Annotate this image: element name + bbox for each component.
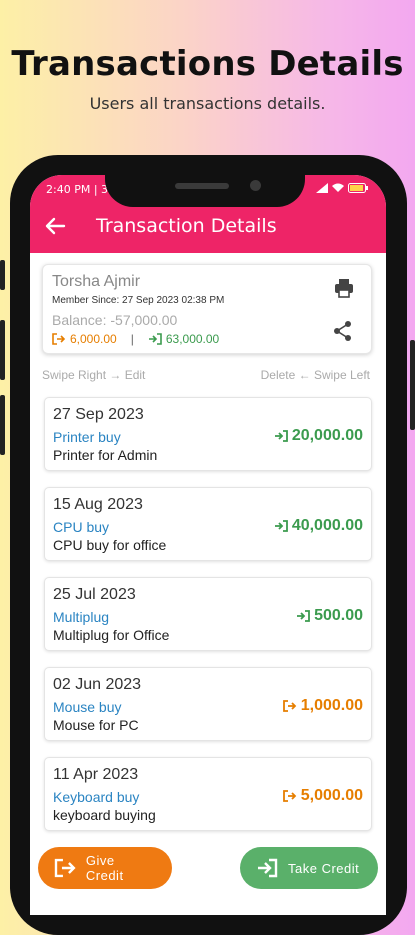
amount-value: 20,000.00: [291, 427, 363, 444]
phone-side-button: [0, 395, 5, 455]
promo-title: Transactions Details: [11, 44, 404, 84]
give-credit-icon: [52, 333, 66, 345]
transaction-date: 11 Apr 2023: [53, 766, 139, 783]
transaction-card[interactable]: 11 Apr 2023 Keyboard buy keyboard buying…: [44, 757, 372, 831]
transaction-card[interactable]: 27 Sep 2023 Printer buy Printer for Admi…: [44, 397, 372, 471]
transaction-amount: 1,000.00: [282, 697, 363, 715]
transaction-title: Keyboard buy: [53, 789, 140, 805]
take-credit-icon: [297, 610, 310, 622]
front-camera: [250, 180, 261, 191]
amount-value: 500.00: [314, 607, 363, 624]
page-title: Transaction Details: [96, 215, 277, 237]
give-credit-icon: [282, 700, 296, 712]
back-arrow-icon[interactable]: [44, 215, 66, 237]
transaction-title: Multiplug: [53, 609, 110, 625]
transaction-title: Mouse buy: [53, 699, 122, 715]
user-totals: 6,000.00 | 63,000.00: [52, 332, 219, 346]
transaction-description: CPU buy for office: [53, 537, 167, 553]
transaction-amount: 40,000.00: [274, 517, 363, 535]
give-credit-icon: [54, 858, 76, 878]
app-screen: 2:40 PM | 36 Transaction Details Torsha …: [30, 175, 386, 915]
transaction-title: Printer buy: [53, 429, 121, 445]
transaction-amount: 5,000.00: [282, 787, 363, 805]
amount-value: 1,000.00: [300, 697, 363, 714]
share-icon[interactable]: [333, 320, 353, 342]
transaction-description: Multiplug for Office: [53, 627, 170, 643]
transaction-card[interactable]: 02 Jun 2023 Mouse buy Mouse for PC 1,000…: [44, 667, 372, 741]
give-credit-button[interactable]: Give Credit: [38, 847, 172, 889]
transaction-title: CPU buy: [53, 519, 110, 535]
promo-subtitle: Users all transactions details.: [89, 94, 326, 113]
take-credit-label: Take Credit: [288, 860, 360, 876]
phone-side-button: [0, 320, 5, 380]
amount-value: 5,000.00: [300, 787, 363, 804]
wifi-icon: [332, 183, 344, 192]
take-credit-icon: [274, 520, 288, 532]
signal-icon: [316, 183, 328, 193]
transaction-amount: 500.00: [296, 607, 363, 625]
transaction-description: Mouse for PC: [53, 717, 139, 733]
transaction-description: keyboard buying: [53, 807, 156, 823]
transaction-date: 25 Jul 2023: [53, 586, 136, 603]
status-icons: [316, 183, 368, 193]
swipe-right-hint: Swipe Right → Edit: [42, 368, 146, 382]
speaker-grille: [175, 183, 229, 189]
user-balance: Balance: -57,000.00: [52, 312, 178, 328]
take-credit-icon: [258, 858, 278, 878]
give-total: 6,000.00: [70, 332, 117, 346]
transaction-date: 15 Aug 2023: [53, 496, 143, 513]
give-credit-icon: [282, 790, 296, 802]
print-icon[interactable]: [333, 277, 355, 299]
phone-side-button: [0, 260, 5, 290]
take-credit-icon: [274, 430, 288, 442]
phone-side-button: [410, 340, 415, 430]
user-summary-card: Torsha Ajmir Member Since: 27 Sep 2023 0…: [42, 264, 372, 354]
give-credit-label: Give Credit: [85, 853, 124, 883]
battery-icon: [348, 183, 368, 193]
divider: |: [130, 332, 134, 346]
transaction-amount: 20,000.00: [274, 427, 363, 445]
transaction-card[interactable]: 15 Aug 2023 CPU buy CPU buy for office 4…: [44, 487, 372, 561]
phone-notch: [105, 165, 305, 207]
transaction-description: Printer for Admin: [53, 447, 158, 463]
member-since: Member Since: 27 Sep 2023 02:38 PM: [52, 295, 225, 306]
user-name: Torsha Ajmir: [52, 273, 141, 290]
transaction-card[interactable]: 25 Jul 2023 Multiplug Multiplug for Offi…: [44, 577, 372, 651]
transaction-date: 02 Jun 2023: [53, 676, 142, 693]
amount-value: 40,000.00: [291, 517, 363, 534]
swipe-left-hint: Delete ← Swipe Left: [260, 368, 370, 382]
take-credit-button[interactable]: Take Credit: [240, 847, 378, 889]
transaction-date: 27 Sep 2023: [53, 406, 144, 423]
take-total: 63,000.00: [165, 332, 220, 346]
take-credit-icon: [148, 333, 162, 345]
